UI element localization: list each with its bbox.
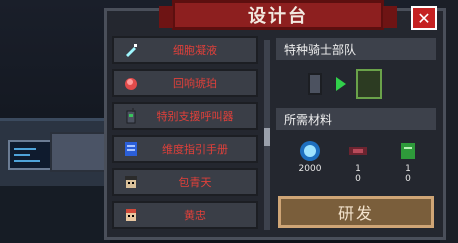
material-amount: 1 — [405, 164, 411, 174]
gauntlet-icon — [346, 140, 370, 162]
lab-floor — [0, 186, 110, 243]
product-preview — [308, 69, 408, 99]
list-item-3[interactable]: 维度指引手册 — [112, 135, 258, 163]
list-item-label: 细胞凝液 — [173, 44, 217, 57]
materials-section-title: 所需材料 — [276, 108, 436, 130]
material-energy: 2000 — [290, 140, 330, 174]
list-item-0[interactable]: 细胞凝液 — [112, 36, 258, 64]
list-item-label: 包青天 — [178, 176, 212, 189]
material-amount: 2000 — [298, 164, 322, 174]
product-section-title: 特种骑士部队 — [276, 38, 436, 60]
list-item-1[interactable]: 回响琥珀 — [112, 69, 258, 97]
material-amount: 1 — [355, 164, 361, 174]
mask-character-icon — [122, 173, 140, 191]
list-item-5[interactable]: 黄忠 — [112, 201, 258, 229]
list-item-2[interactable]: 特别支援呼叫器 — [112, 102, 258, 130]
list-item-label: 维度指引手册 — [162, 143, 228, 156]
green-book-icon — [396, 140, 420, 162]
material-have: 0 — [355, 174, 361, 184]
craft-button[interactable]: 研发 — [278, 196, 434, 228]
material-have: 0 — [405, 174, 411, 184]
material-green-book: 1 0 — [388, 140, 428, 184]
list-item-label: 黄忠 — [184, 209, 206, 222]
scrollbar-thumb[interactable] — [264, 128, 270, 146]
item-list: 细胞凝液 回响琥珀 特别支援呼叫器 维度指引手册 包青天 黄忠 — [112, 36, 262, 236]
amber-gem-icon — [122, 74, 140, 92]
list-item-4[interactable]: 包青天 — [112, 168, 258, 196]
manual-book-icon — [122, 140, 140, 158]
list-item-label: 回响琥珀 — [173, 77, 217, 90]
crystal-syringe-icon — [122, 41, 140, 59]
materials-list: 2000 1 0 1 0 — [290, 140, 430, 190]
walkie-talkie-icon — [122, 107, 140, 125]
list-item-label: 特别支援呼叫器 — [156, 110, 234, 123]
special-knight-icon — [356, 69, 382, 99]
walkie-talkie-icon — [308, 73, 322, 95]
panel-title: 设计台 — [159, 0, 397, 30]
workbench-desk — [50, 132, 112, 172]
list-scrollbar[interactable] — [264, 40, 270, 230]
material-gauntlet: 1 0 — [338, 140, 378, 184]
energy-crystal-icon — [298, 140, 322, 162]
monitor-icon — [8, 140, 52, 170]
warrior-character-icon — [122, 206, 140, 224]
arrow-right-icon — [336, 77, 346, 91]
close-button[interactable]: ✕ — [411, 6, 437, 30]
